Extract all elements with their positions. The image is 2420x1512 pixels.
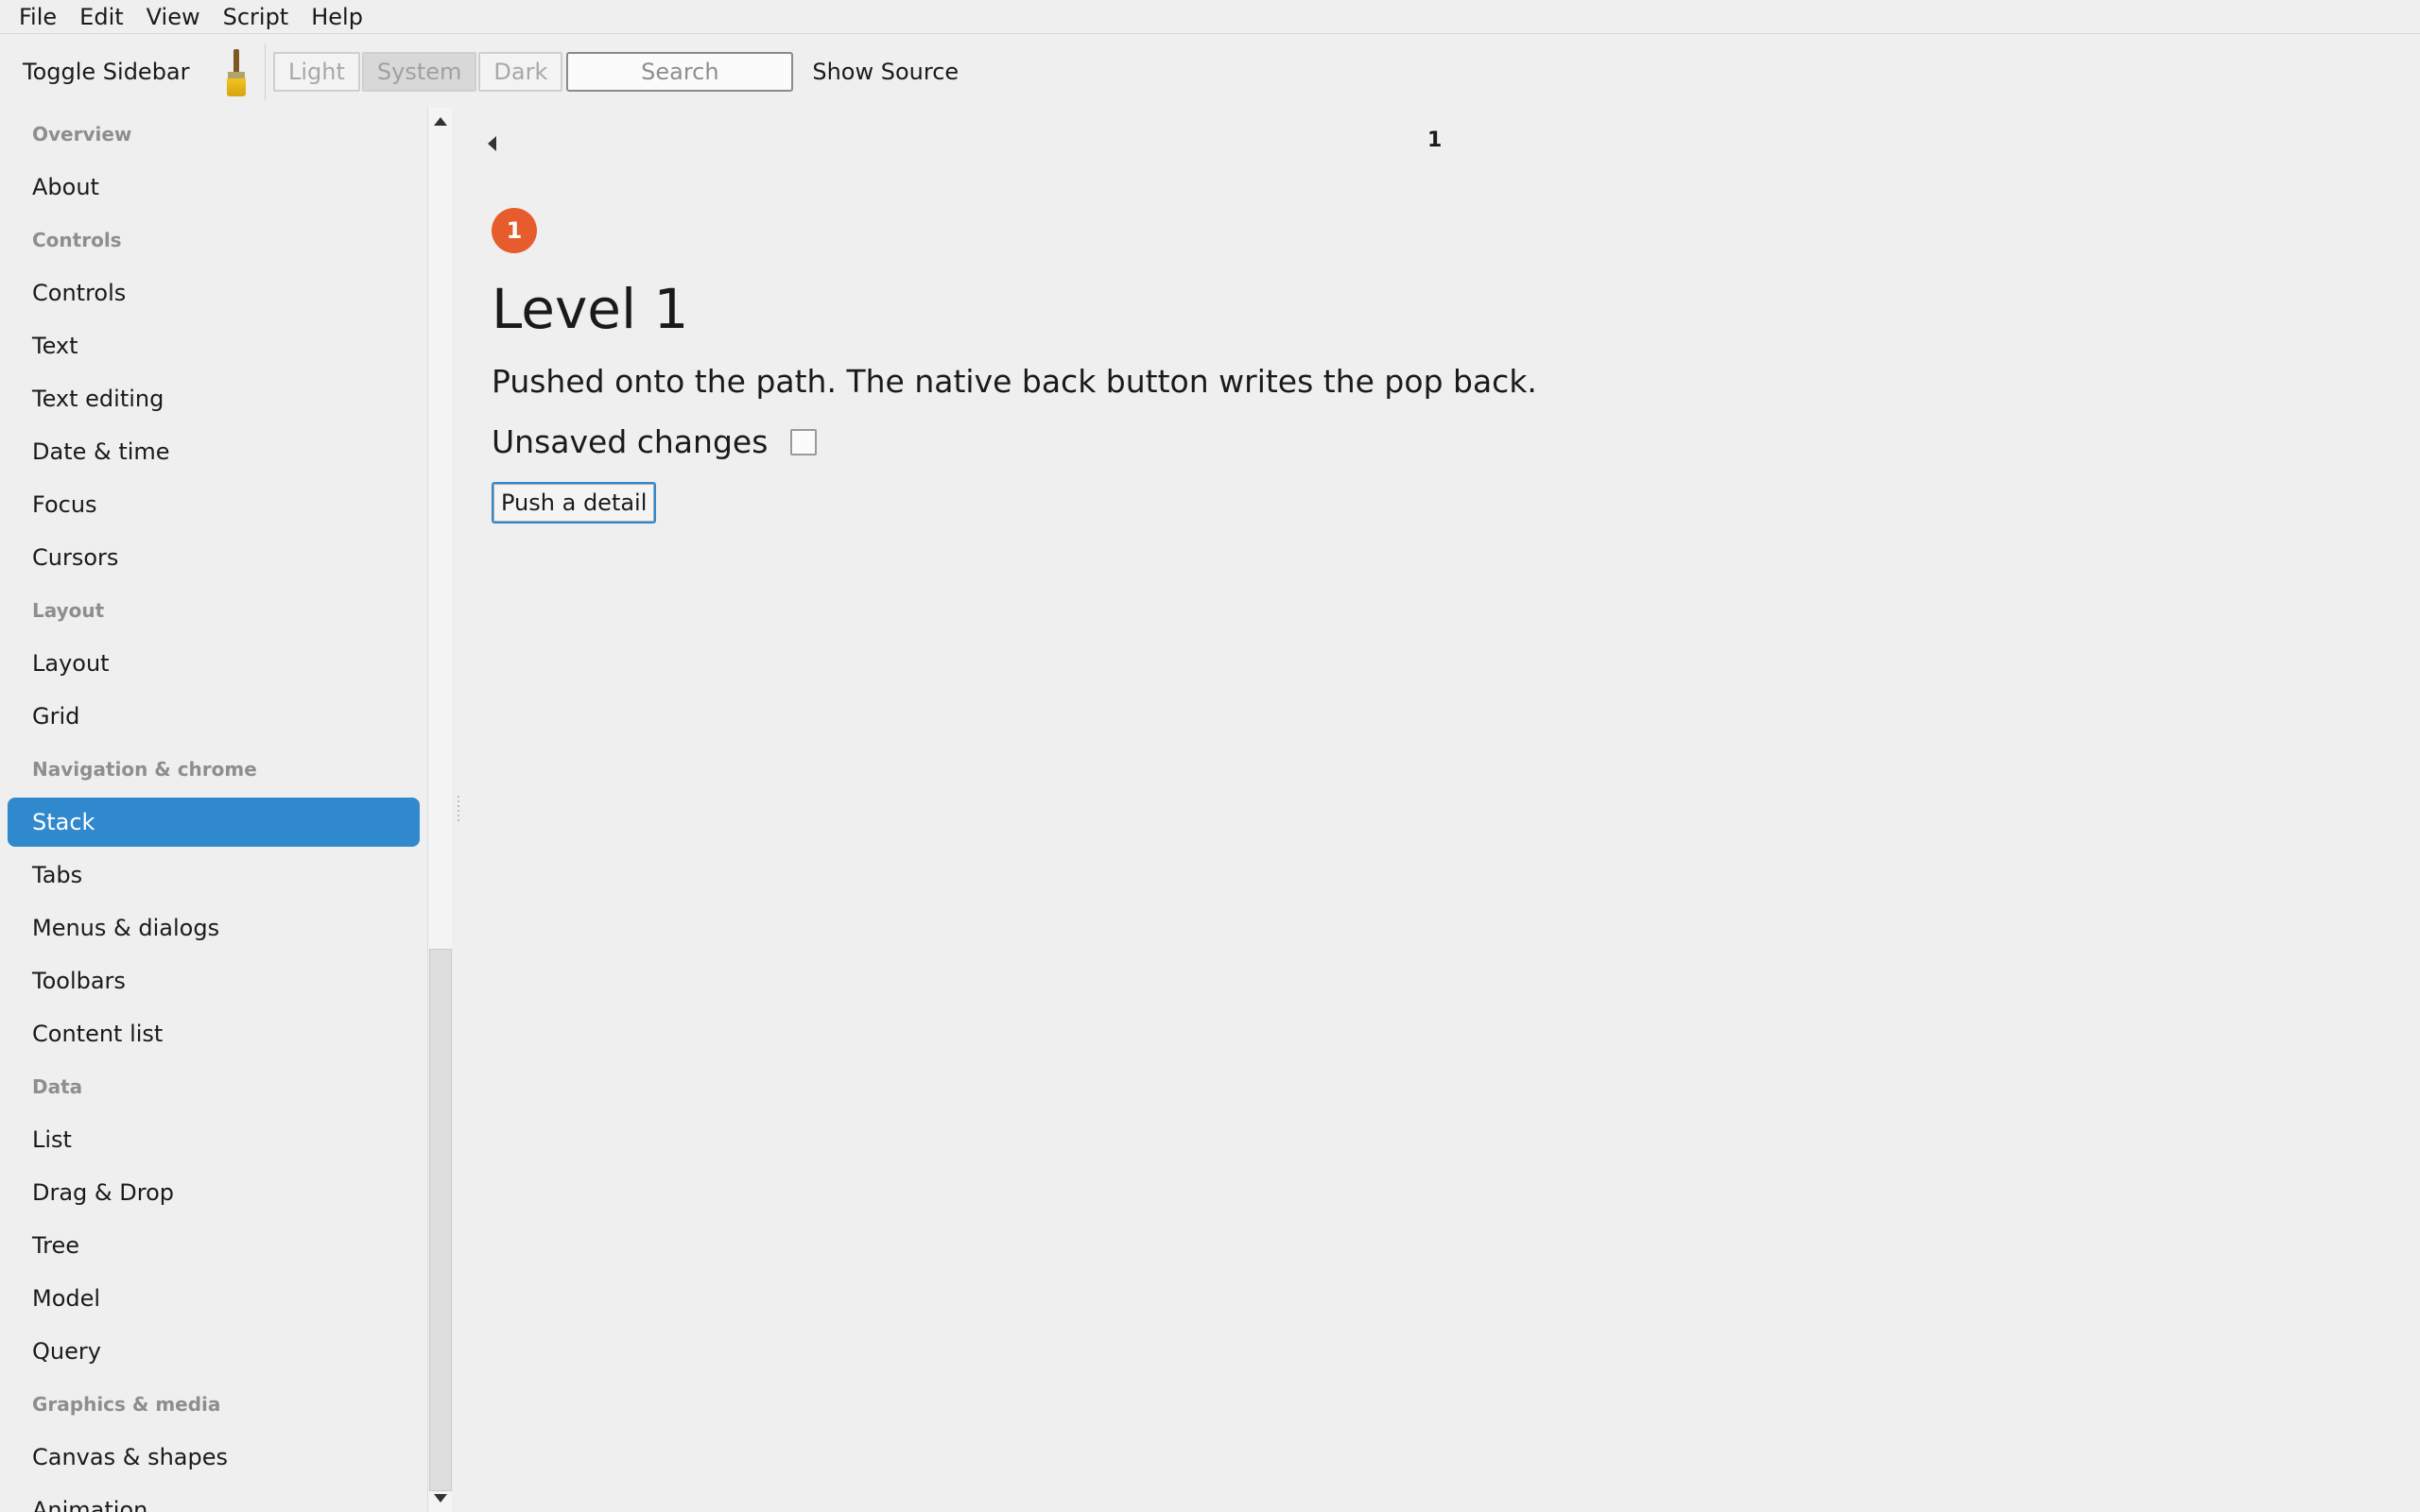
menu-script[interactable]: Script (212, 1, 301, 33)
sidebar-item-focus[interactable]: Focus (0, 478, 420, 531)
sidebar-section-overview: Overview (32, 123, 132, 146)
scroll-up-arrow-icon[interactable] (434, 117, 447, 126)
sidebar-item-query[interactable]: Query (0, 1325, 420, 1378)
paintbrush-icon[interactable] (217, 43, 255, 100)
splitter-handle[interactable] (458, 796, 459, 824)
sidebar-section-layout: Layout (32, 599, 105, 622)
sidebar-item-cursors[interactable]: Cursors (0, 531, 420, 584)
menu-view[interactable]: View (135, 1, 212, 33)
sidebar-section-graphics-and-media: Graphics & media (32, 1393, 221, 1416)
theme-segmented-control: Light System Dark (273, 52, 563, 92)
sidebar-item-controls[interactable]: Controls (0, 266, 420, 319)
scrollbar-thumb[interactable] (429, 949, 452, 1491)
sidebar: Overview About Controls Controls Text Text ed… (0, 108, 427, 1512)
sidebar-section-data: Data (32, 1075, 83, 1098)
toolbar-divider (265, 43, 266, 100)
sidebar-section-controls: Controls (32, 229, 122, 251)
sidebar-item-animation[interactable]: Animation (0, 1484, 420, 1512)
back-arrow-icon[interactable] (488, 136, 496, 151)
sidebar-item-model[interactable]: Model (0, 1272, 420, 1325)
sidebar-scrollbar[interactable] (427, 108, 452, 1512)
toolbar: Toggle Sidebar Light System Dark Show So… (0, 35, 2420, 109)
sidebar-item-text[interactable]: Text (0, 319, 420, 372)
sidebar-item-tree[interactable]: Tree (0, 1219, 420, 1272)
search-input[interactable] (566, 52, 794, 92)
sidebar-item-grid[interactable]: Grid (0, 690, 420, 743)
sidebar-item-content-list[interactable]: Content list (0, 1007, 420, 1060)
unsaved-changes-row: Unsaved changes (492, 421, 818, 463)
scroll-down-arrow-icon[interactable] (434, 1494, 447, 1503)
sidebar-item-stack[interactable]: Stack (8, 798, 420, 847)
sidebar-item-text-editing[interactable]: Text editing (0, 372, 420, 425)
sidebar-item-toolbars[interactable]: Toolbars (0, 954, 420, 1007)
sidebar-item-list[interactable]: List (0, 1113, 420, 1166)
page-description: Pushed onto the path. The native back bu… (492, 363, 1537, 400)
show-source-button[interactable]: Show Source (812, 59, 959, 85)
menu-bar: File Edit View Script Help (0, 0, 2420, 34)
sidebar-item-canvas-and-shapes[interactable]: Canvas & shapes (0, 1431, 420, 1484)
menu-edit[interactable]: Edit (68, 1, 134, 33)
sidebar-item-drag-and-drop[interactable]: Drag & Drop (0, 1166, 420, 1219)
toggle-sidebar-button[interactable]: Toggle Sidebar (23, 59, 208, 85)
page-title: Level 1 (492, 277, 689, 341)
sidebar-item-menus-and-dialogs[interactable]: Menus & dialogs (0, 902, 420, 954)
sidebar-item-tabs[interactable]: Tabs (0, 849, 420, 902)
content-pane: 1 1 Level 1 Pushed onto the path. The na… (473, 108, 2420, 1512)
unsaved-changes-checkbox[interactable] (790, 429, 818, 455)
push-detail-button[interactable]: Push a detail (492, 482, 657, 524)
menu-file[interactable]: File (8, 1, 68, 33)
theme-system-button[interactable]: System (361, 52, 477, 92)
sidebar-item-about[interactable]: About (0, 161, 420, 214)
unsaved-changes-label: Unsaved changes (492, 423, 769, 460)
sidebar-section-navigation-and-chrome: Navigation & chrome (32, 758, 257, 781)
theme-light-button[interactable]: Light (273, 52, 360, 92)
navigation-title: 1 (1427, 129, 1443, 152)
sidebar-item-date-and-time[interactable]: Date & time (0, 425, 420, 478)
level-badge: 1 (492, 208, 537, 253)
sidebar-item-layout[interactable]: Layout (0, 637, 420, 690)
menu-help[interactable]: Help (300, 1, 374, 33)
theme-dark-button[interactable]: Dark (478, 52, 563, 92)
